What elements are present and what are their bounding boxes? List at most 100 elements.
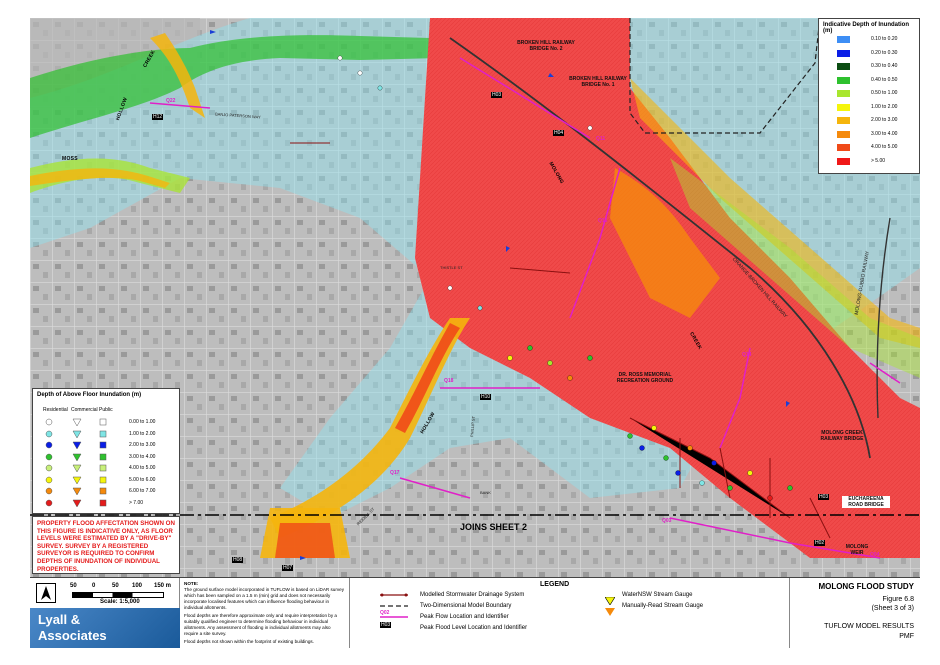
figure-number: Figure 6.8: [882, 596, 914, 603]
property-marker: [357, 70, 363, 76]
scale-tick: 50: [112, 583, 119, 589]
depth-legend: Indicative Depth of Inundation (m) 0.10 …: [818, 18, 920, 174]
note-paragraph-2: Flood depths are therefore approximate o…: [184, 613, 337, 636]
floor-legend-row: 0.00 to 1.00: [37, 417, 177, 428]
recreation-ground-label: DR. ROSS MEMORIAL RECREATION GROUND: [616, 372, 674, 384]
joins-sheet-label: JOINS SHEET 2: [460, 522, 528, 532]
depth-legend-row: 0.40 to 0.50: [837, 76, 917, 86]
southwest-pond-red: [275, 523, 335, 558]
property-marker: [377, 85, 383, 91]
peak-flow-tag: Q18: [444, 378, 454, 384]
floor-symbols-icon: [45, 430, 107, 439]
property-marker: [663, 455, 669, 461]
railway-bridge-label: MOLONG CREEK RAILWAY BRIDGE: [820, 430, 864, 442]
depth-label: 0.40 to 0.50: [871, 76, 898, 83]
legend-cell: LEGEND Q02 H03 Modelled Stormwater Drain…: [350, 578, 790, 648]
note-paragraph-3: Flood depths not shown within the footpr…: [184, 639, 314, 644]
property-marker: [727, 485, 733, 491]
peak-flow-tag: Q04: [870, 552, 880, 558]
weir-label: MOLONG WEIR: [845, 544, 869, 556]
peak-flow-tag: Q03: [662, 518, 672, 524]
depth-swatch: [837, 76, 850, 84]
depth-legend-title: Indicative Depth of Inundation (m): [823, 22, 909, 34]
property-marker: [477, 305, 483, 311]
depth-legend-row: 4.00 to 5.00: [837, 143, 917, 153]
floor-symbols-icon: [45, 441, 107, 450]
property-marker: [767, 495, 773, 501]
property-marker: [651, 425, 657, 431]
floor-depth-label: 3.00 to 4.00: [129, 453, 156, 460]
bank-st-label: BANK: [480, 490, 491, 495]
floor-depth-label: 1.00 to 2.00: [129, 430, 156, 437]
north-arrow-icon: [36, 583, 56, 603]
floor-legend: Depth of Above Floor Inundation (m) Resi…: [32, 388, 180, 514]
peak-level-tag: H12: [152, 114, 164, 120]
peak-level-tag: H07: [282, 565, 294, 571]
legend-h-tag: H03: [380, 622, 392, 628]
company-line-1: Lyall &: [38, 612, 81, 627]
property-marker: [627, 433, 633, 439]
floor-legend-row: 6.00 to 7.00: [37, 486, 177, 497]
floor-depth-label: 2.00 to 3.00: [129, 442, 156, 448]
depth-swatch: [837, 144, 850, 151]
peak-flow-tag: Q11: [596, 136, 606, 142]
scale-bar: [72, 592, 164, 598]
floor-depth-label: 4.00 to 5.00: [129, 465, 156, 471]
floor-legend-row: 2.00 to 3.00: [37, 440, 177, 451]
scale-tick: 50: [70, 583, 77, 589]
depth-swatch: [837, 63, 850, 70]
legend-title: LEGEND: [540, 581, 570, 588]
depth-swatch: [837, 117, 850, 124]
floor-symbols-icon: [45, 418, 107, 427]
property-marker: [337, 55, 343, 61]
legend-q-tag: Q02: [380, 610, 390, 616]
property-marker: [687, 445, 693, 451]
bridge-1-label: BROKEN HILL RAILWAY BRIDGE No. 1: [569, 76, 627, 88]
peak-level-tag: H04: [553, 130, 565, 136]
peak-level-tag: H10: [480, 394, 492, 400]
scale-label: Scale: 1:5,000: [100, 599, 140, 605]
property-marker: [587, 355, 593, 361]
peak-flow-tag: Q17: [390, 470, 400, 476]
disclaimer-box: PROPERTY FLOOD AFFECTATION SHOWN ON THIS…: [32, 516, 180, 574]
depth-label: 1.00 to 2.00: [871, 103, 898, 110]
title-block-strip: 50 0 50 100 150 m Scale: 1:5,000 Lyall &…: [30, 577, 920, 648]
map-sheet: { "depth_legend": { "title": "Indicative…: [0, 0, 940, 665]
depth-legend-row: 0.10 to 0.20: [837, 35, 917, 45]
property-marker: [547, 360, 553, 366]
depth-swatch: [837, 49, 850, 57]
floor-depth-label: 6.00 to 7.00: [129, 488, 156, 494]
property-marker: [587, 125, 593, 131]
legend-item-peak-flow: Peak Flow Location and Identifier: [420, 614, 509, 620]
depth-swatch: [837, 103, 850, 111]
depth-label: 4.00 to 5.00: [871, 144, 898, 150]
scale-tick: 0: [92, 583, 96, 589]
depth-legend-row: 2.00 to 3.00: [837, 116, 917, 126]
depth-legend-row: 0.50 to 1.00: [837, 89, 917, 99]
floor-depth-label: 5.00 to 6.00: [129, 476, 156, 483]
legend-item-drainage: Modelled Stormwater Drainage System: [420, 592, 525, 598]
floor-symbols-icon: [45, 464, 107, 473]
legend-item-manual-gauge: Manually-Read Stream Gauge: [622, 603, 704, 609]
depth-label: 0.10 to 0.20: [871, 36, 898, 42]
peak-level-tag: H02: [814, 540, 826, 546]
company-line-2: Associates: [38, 628, 107, 643]
results-subtitle: TUFLOW MODEL RESULTS: [824, 623, 914, 630]
sheet-number: (Sheet 3 of 3): [871, 605, 914, 612]
property-marker: [711, 460, 717, 466]
floor-legend-row: > 7.00: [37, 498, 177, 509]
property-marker: [507, 355, 513, 361]
disclaimer-text: PROPERTY FLOOD AFFECTATION SHOWN ON THIS…: [37, 520, 175, 573]
title-cell: MOLONG FLOOD STUDY Figure 6.8 (Sheet 3 o…: [790, 578, 920, 648]
peak-flow-tag: Q14: [742, 352, 752, 358]
note-paragraph-1: The ground surface model incorporated in…: [184, 587, 345, 610]
peak-level-tag: H03: [818, 494, 830, 500]
depth-legend-row: 3.00 to 4.00: [837, 130, 917, 140]
floor-legend-row: 1.00 to 2.00: [37, 429, 177, 440]
peak-flow-tag: Q15: [598, 218, 608, 224]
event-label: PMF: [899, 633, 914, 640]
property-marker: [747, 470, 753, 476]
depth-swatch: [837, 90, 850, 97]
depth-label: 3.00 to 4.00: [871, 130, 898, 137]
depth-label: 0.20 to 0.30: [871, 49, 898, 56]
